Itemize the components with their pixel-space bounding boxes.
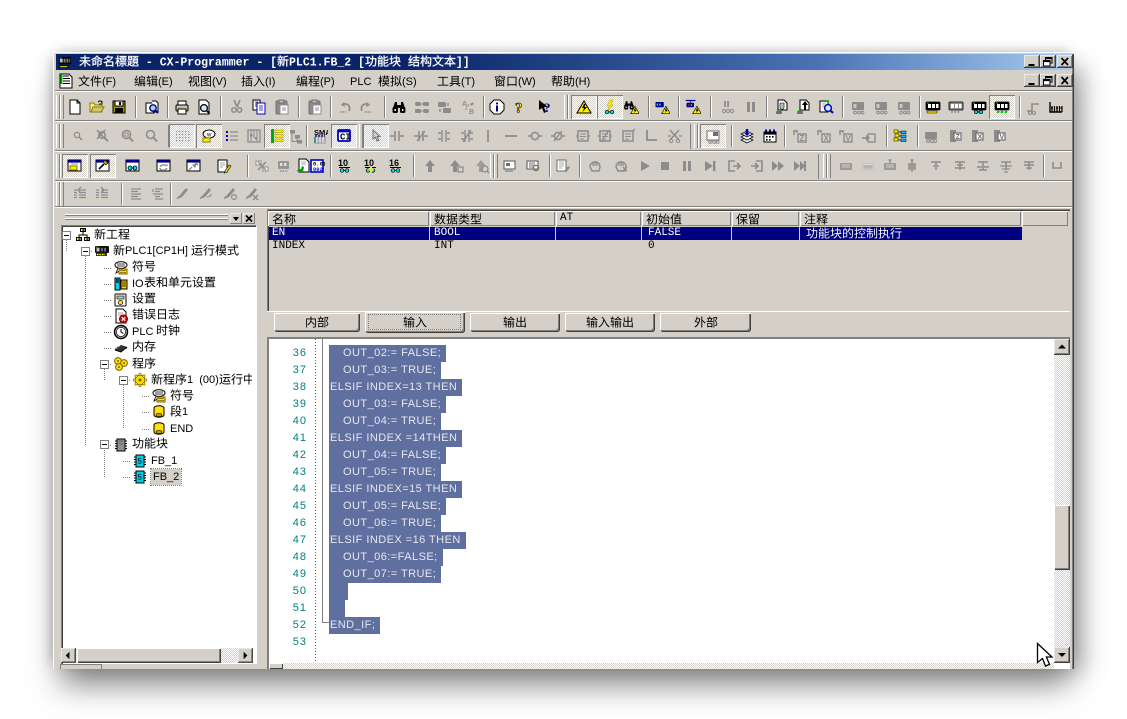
svg-text:V: V: [846, 134, 852, 143]
svg-text:?: ?: [515, 101, 523, 116]
svg-text:Z: Z: [800, 134, 805, 143]
svg-text:?: ?: [544, 100, 551, 115]
svg-text:5: 5: [138, 457, 143, 466]
svg-text:5: 5: [138, 473, 143, 482]
svg-text:10: 10: [364, 158, 374, 168]
svg-text:X: X: [824, 134, 830, 143]
svg-text:X: X: [978, 134, 983, 141]
svg-text:10: 10: [338, 158, 348, 168]
svg-text:16: 16: [389, 158, 399, 168]
svg-text:B: B: [469, 109, 474, 115]
svg-text:Z: Z: [956, 134, 961, 141]
svg-text:002: 002: [313, 166, 323, 173]
svg-text:CI: CI: [340, 133, 351, 143]
svg-text:V: V: [1000, 134, 1005, 141]
